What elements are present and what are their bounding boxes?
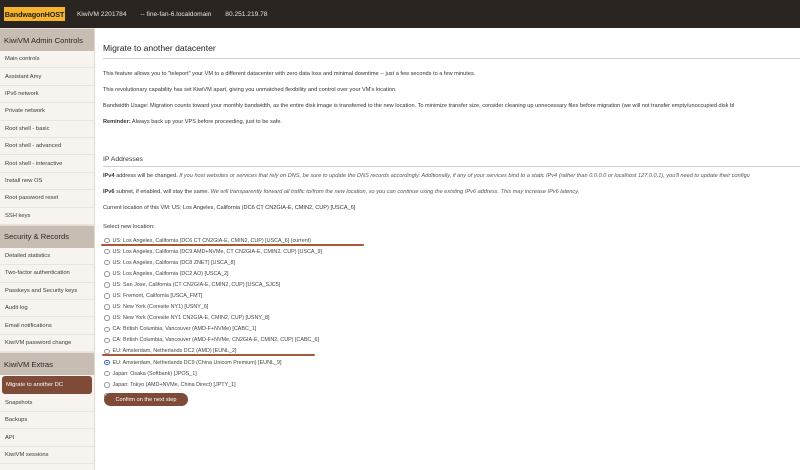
vm-hostname: -- fine-fan-6.localdomain bbox=[140, 10, 212, 18]
sidebar-item-email-notifications[interactable]: Email notifications bbox=[0, 317, 94, 335]
confirm-next-step-button[interactable]: Confirm on the next step bbox=[104, 393, 188, 406]
sidebar-item-main-controls[interactable]: Main controls bbox=[0, 51, 94, 69]
radio-unchecked-icon[interactable] bbox=[104, 382, 110, 388]
sidebar-item-audit-log[interactable]: Audit log bbox=[0, 300, 94, 318]
radio-checked-icon[interactable] bbox=[104, 359, 110, 366]
sidebar-item-kiwivm-password-change[interactable]: KiwiVM password change bbox=[0, 335, 94, 353]
location-option-label: US: Los Angeles, California (DC6 CT CN2G… bbox=[112, 237, 312, 244]
sidebar-item-ipv6-network[interactable]: IPv6 network bbox=[0, 86, 94, 104]
sidebar-item-two-factor-authentication[interactable]: Two-factor authentication bbox=[0, 265, 94, 283]
location-option-label: CA: British Columbia, Vancouver (AMD-F+N… bbox=[112, 326, 257, 333]
ipv6-label: IPv6 bbox=[103, 189, 115, 195]
sidebar-item-root-shell-basic[interactable]: Root shell - basic bbox=[0, 121, 94, 138]
sidebar-item-detailed-statistics[interactable]: Detailed statistics bbox=[0, 248, 94, 266]
title-divider bbox=[103, 58, 800, 59]
location-option[interactable]: US: Los Angeles, California (DC8 ZNET) [… bbox=[104, 257, 322, 268]
select-location-label: Select new location: bbox=[103, 224, 155, 230]
location-option[interactable]: US: Fremont, California [USCA_FMT] bbox=[104, 290, 322, 301]
location-option[interactable]: Japan: Osaka (Softbank) [JPOS_1] bbox=[104, 368, 322, 379]
reminder-paragraph: Reminder: Always back up your VPS before… bbox=[103, 119, 282, 125]
main-content: Migrate to another datacenter This featu… bbox=[96, 28, 800, 470]
location-option-label: US: New York (Coresite NY1) [USNY_6] bbox=[112, 304, 209, 311]
ip-section-title: IP Addresses bbox=[103, 156, 143, 163]
vm-info: KiwiVM 2201784 -- fine-fan-6.localdomain… bbox=[77, 11, 279, 18]
location-option[interactable]: CA: British Columbia, Vancouver (AMD-F+N… bbox=[104, 324, 322, 335]
sidebar-item-root-password-reset[interactable]: Root password reset bbox=[0, 190, 94, 208]
sidebar-item-api[interactable]: API bbox=[0, 429, 94, 447]
bandwidth-text: Migration counts toward your monthly ban… bbox=[148, 103, 735, 109]
radio-unchecked-icon[interactable] bbox=[104, 326, 110, 333]
top-bar: BandwagonHOST KiwiVM 2201784 -- fine-fan… bbox=[0, 0, 800, 28]
location-radio-list: US: Los Angeles, California (DC6 CT CN2G… bbox=[104, 235, 322, 401]
sidebar-item-migrate-to-another-dc[interactable]: Migrate to another DC bbox=[2, 376, 92, 394]
location-option-label: US: Los Angeles, California (DC8 ZNET) [… bbox=[112, 259, 236, 266]
location-option-label: EU: Amsterdam, Netherlands DC9 (China Un… bbox=[112, 359, 282, 366]
bandwagonhost-logo[interactable]: BandwagonHOST bbox=[4, 7, 65, 21]
location-option-label: US: Fremont, California [USCA_FMT] bbox=[112, 293, 203, 300]
location-option-label: US: Los Angeles, California (DC9 AMD+NVM… bbox=[112, 248, 322, 255]
sidebar-item-assistant-amy[interactable]: Assistant Amy bbox=[0, 68, 94, 86]
annotation-underline-selected bbox=[102, 354, 315, 356]
radio-unchecked-icon[interactable] bbox=[104, 315, 110, 321]
ipv6-text: subnet, if enabled, will stay the same. bbox=[114, 189, 211, 195]
reminder-text: Always back up your VPS before proceedin… bbox=[130, 119, 283, 125]
sidebar-item-root-shell-interactive[interactable]: Root shell - interactive bbox=[0, 155, 94, 173]
radio-unchecked-icon[interactable] bbox=[104, 337, 110, 344]
location-option-label: CA: British Columbia, Vancouver (AMD-F+N… bbox=[112, 337, 319, 344]
ipv6-paragraph: IPv6 subnet, if enabled, will stay the s… bbox=[103, 189, 579, 195]
location-option[interactable]: US: Los Angeles, California (DC9 AMD+NVM… bbox=[104, 246, 322, 257]
sidebar-item-root-shell-advanced[interactable]: Root shell - advanced bbox=[0, 138, 94, 156]
location-option[interactable]: Japan: Tokyo (AMD+NVMe, China Direct) [J… bbox=[104, 379, 322, 390]
location-option-label: US: Los Angeles, California (DC2 AO) [US… bbox=[112, 270, 229, 277]
radio-unchecked-icon[interactable] bbox=[104, 237, 110, 244]
location-option[interactable]: US: Los Angeles, California (DC2 AO) [US… bbox=[104, 268, 322, 279]
annotation-underline-current bbox=[101, 244, 364, 246]
location-option[interactable]: US: New York (Coresite NY1 CN2GIA-E, CMI… bbox=[104, 313, 322, 324]
intro-paragraph: This feature allows you to "teleport" yo… bbox=[103, 71, 476, 77]
sidebar: KiwiVM Admin Controls Main controls Assist… bbox=[0, 28, 95, 470]
radio-unchecked-icon[interactable] bbox=[104, 248, 110, 255]
location-option[interactable]: CA: British Columbia, Vancouver (AMD-F+N… bbox=[104, 335, 322, 346]
ipv6-note: We will transparently forward all traffi… bbox=[210, 189, 580, 195]
bandwidth-paragraph: Bandwidth Usage: Migration counts toward… bbox=[103, 103, 734, 109]
sidebar-item-install-new-os[interactable]: Install new OS bbox=[0, 173, 94, 191]
location-option[interactable]: US: San Jose, California (CT CN2GIA-E, C… bbox=[104, 279, 322, 290]
sidebar-item-kiwivm-sessions[interactable]: KiwiVM sessions bbox=[0, 447, 94, 465]
radio-unchecked-icon[interactable] bbox=[104, 259, 110, 266]
ipv4-label: IPv4 bbox=[103, 173, 115, 179]
location-option-label: Japan: Tokyo (AMD+NVMe, China Direct) [J… bbox=[112, 381, 236, 388]
vm-ip: 80.251.219.78 bbox=[225, 10, 268, 18]
radio-unchecked-icon[interactable] bbox=[104, 304, 110, 310]
sidebar-section-title: KiwiVM Admin Controls bbox=[0, 28, 94, 51]
sidebar-item-ssh-keys[interactable]: SSH keys bbox=[0, 208, 94, 225]
location-option-label: Japan: Osaka (Softbank) [JPOS_1] bbox=[112, 370, 197, 377]
sidebar-item-passkeys-and-security-keys[interactable]: Passkeys and Security keys bbox=[0, 283, 94, 301]
sidebar-item-snapshots[interactable]: Snapshots bbox=[0, 395, 94, 413]
radio-unchecked-icon[interactable] bbox=[104, 370, 110, 377]
location-option[interactable]: EU: Amsterdam, Netherlands DC9 (China Un… bbox=[104, 357, 322, 368]
sidebar-item-backups[interactable]: Backups bbox=[0, 412, 94, 430]
sidebar-item-private-network[interactable]: Private network bbox=[0, 103, 94, 121]
radio-unchecked-icon[interactable] bbox=[104, 293, 110, 299]
location-option-label: US: San Jose, California (CT CN2GIA-E, C… bbox=[112, 281, 281, 288]
sidebar-section-title: KiwiVM Extras bbox=[0, 352, 94, 376]
ipv4-text: address will be changed. bbox=[114, 173, 180, 179]
capability-paragraph: This revolutionary capability has set Ki… bbox=[103, 87, 397, 93]
sidebar-section-title: Security & Records bbox=[0, 224, 94, 248]
reminder-label: Reminder: bbox=[103, 119, 131, 125]
vm-name: KiwiVM 2201784 bbox=[77, 10, 127, 18]
location-option-label: US: New York (Coresite NY1 CN2GIA-E, CMI… bbox=[112, 315, 270, 322]
ip-section-divider bbox=[103, 166, 800, 167]
ipv4-paragraph: IPv4 address will be changed. If you hos… bbox=[103, 173, 750, 179]
current-location: Current location of this VM: US: Los Ang… bbox=[103, 205, 356, 211]
page-title: Migrate to another datacenter bbox=[103, 43, 216, 53]
ipv4-note: If you host websites or services that re… bbox=[179, 173, 750, 179]
bandwidth-label: Bandwidth Usage: bbox=[103, 103, 149, 109]
radio-unchecked-icon[interactable] bbox=[104, 282, 110, 288]
radio-unchecked-icon[interactable] bbox=[104, 271, 110, 277]
location-option[interactable]: US: New York (Coresite NY1) [USNY_6] bbox=[104, 302, 322, 313]
